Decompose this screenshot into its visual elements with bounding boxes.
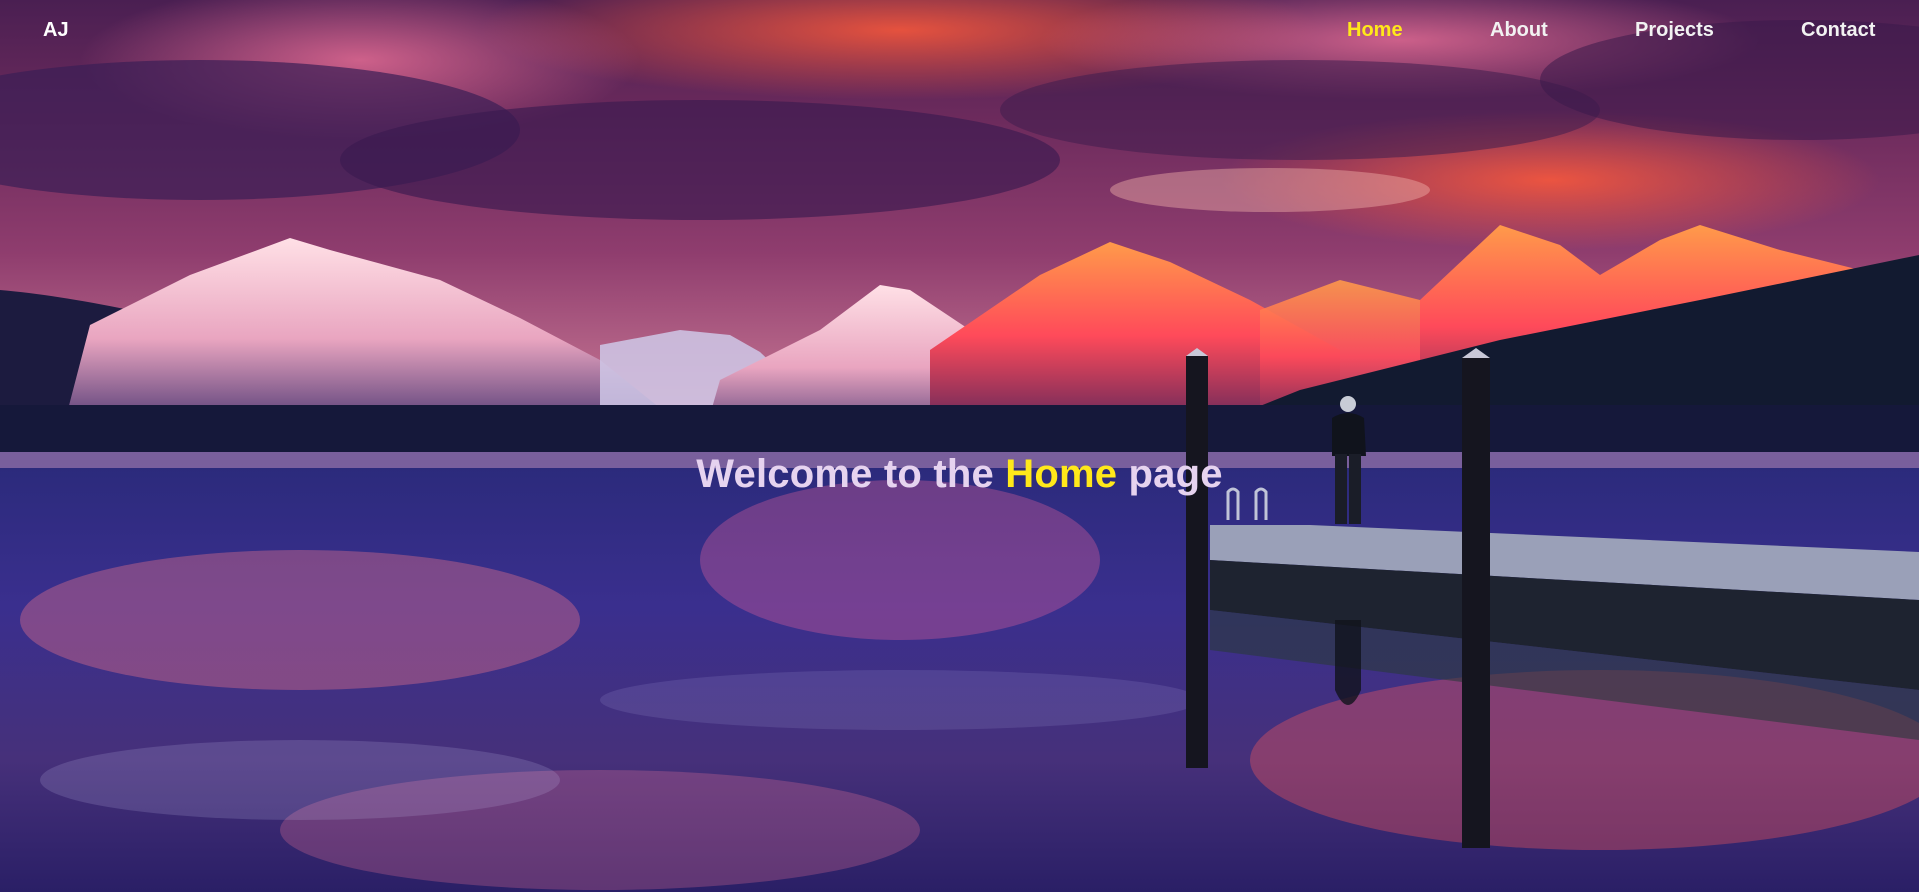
nav-link-about[interactable]: About [1490,19,1548,42]
logo-link[interactable]: AJ [43,19,69,42]
nav-link-home[interactable]: Home [1347,19,1403,42]
page-title: Welcome to the Home page [0,452,1919,497]
page-title-suffix: page [1128,452,1223,496]
page-title-prefix: Welcome to the [696,452,994,496]
top-navbar: AJ Home About Projects Contact [0,0,1919,62]
page-title-highlight: Home [1005,452,1118,496]
nav-link-projects[interactable]: Projects [1635,19,1714,42]
nav-link-contact[interactable]: Contact [1801,19,1875,42]
hero-background-image [0,0,1919,892]
